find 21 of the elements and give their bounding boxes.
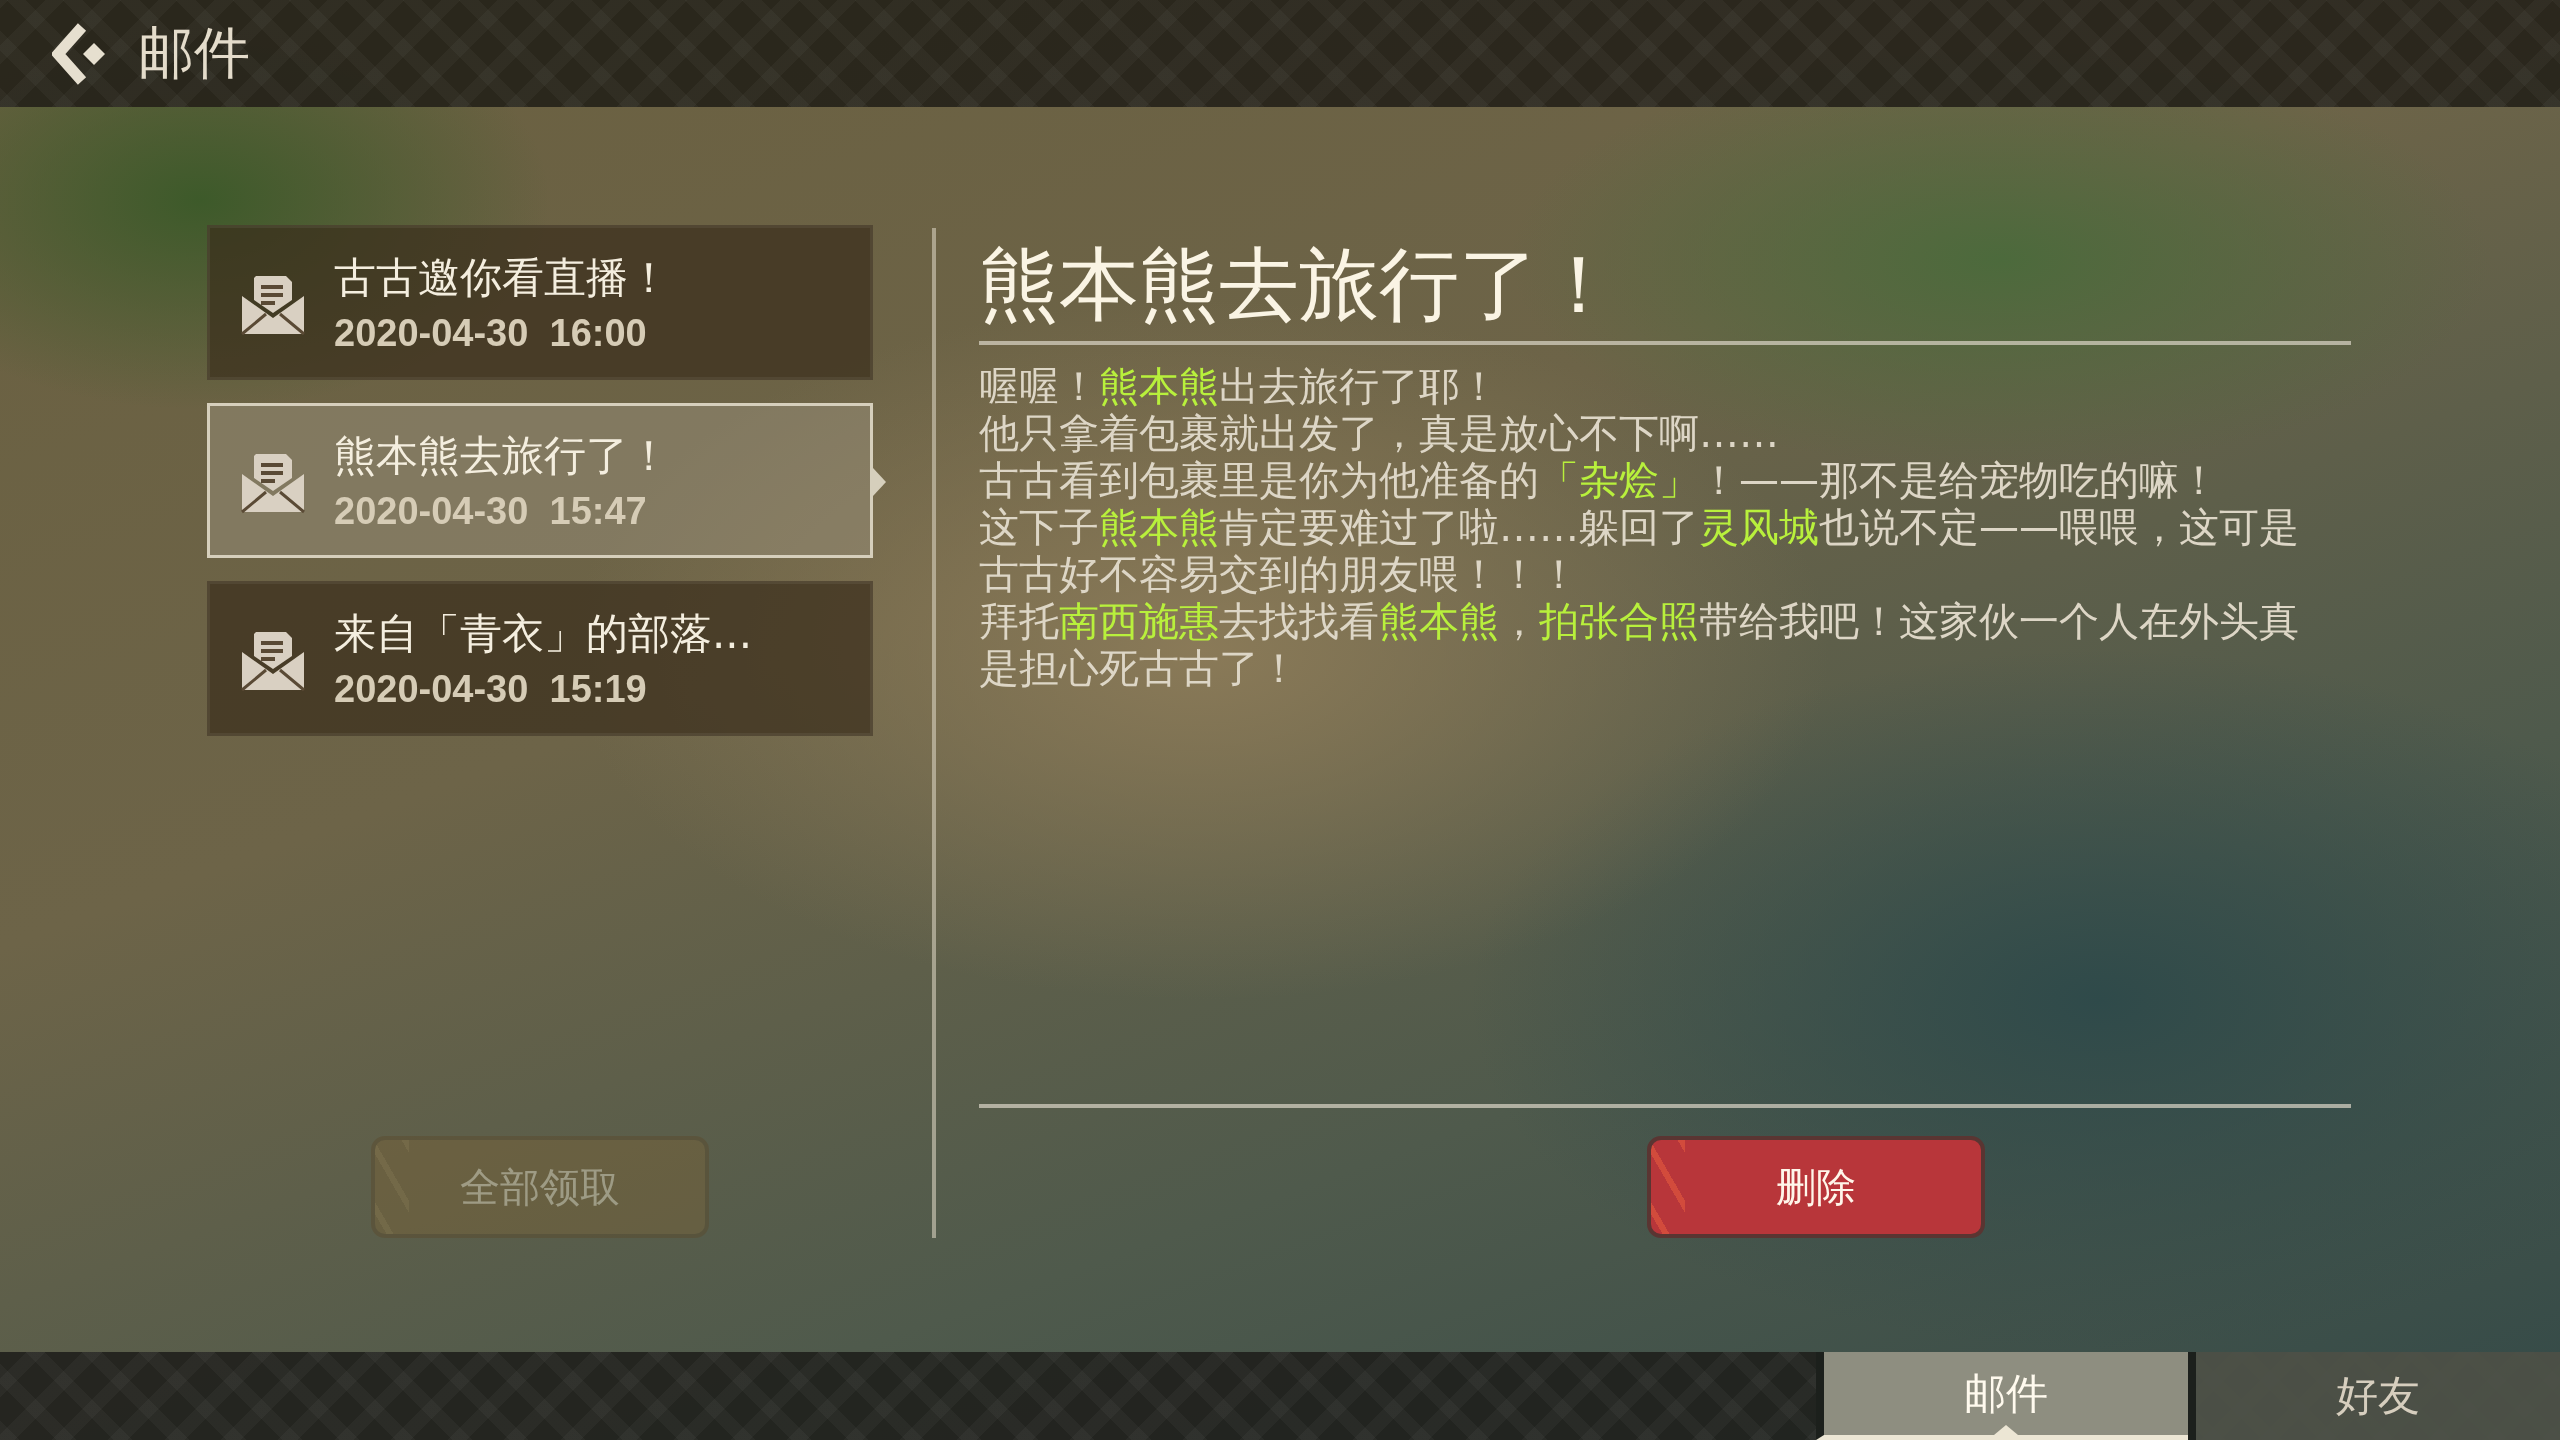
page-title: 邮件 <box>138 18 250 87</box>
mail-body-text: 古古看到包裹里是你为他准备的「杂烩」！——那不是给宠物吃的嘛！ <box>979 457 2220 504</box>
delete-button[interactable]: 删除 <box>1647 1136 1985 1238</box>
mail-date: 2020-04-30 16:00 <box>334 312 648 355</box>
pointer-icon <box>873 468 886 496</box>
tab[interactable]: 邮件 <box>1816 1352 2188 1440</box>
mail-body-text: 这下子熊本熊肯定要难过了啦……躲回了灵风城也说不定——喂喂，这可是古古好不容易交到的朋友喂！！！ <box>979 504 2299 598</box>
mail-date: 2020-04-30 15:47 <box>334 490 648 533</box>
tab[interactable]: 好友 <box>2188 1352 2560 1440</box>
mail-subject: 来自「青衣」的部落... <box>334 608 753 660</box>
mail-body-text: 他只拿着包裹就出发了，真是放心不下啊…… <box>979 410 1780 457</box>
mail-subject: 熊本熊去旅行了！ <box>334 430 670 482</box>
mail-item[interactable]: 来自「青衣」的部落... 2020-04-30 15:19 <box>207 581 873 736</box>
mail-subject: 古古邀你看直播！ <box>334 252 670 304</box>
indicator-icon <box>1994 1425 2018 1435</box>
back-icon[interactable] <box>52 22 108 85</box>
mail-item[interactable]: 古古邀你看直播！ 2020-04-30 16:00 <box>207 225 873 380</box>
mail-title: 熊本熊去旅行了！ <box>979 237 1620 333</box>
mail-date: 2020-04-30 15:19 <box>334 668 648 711</box>
mail-body-text: 拜托南西施惠去找找看熊本熊，拍张合照带给我吧！这家伙一个人在外头真是担心死古古了！ <box>979 598 2299 692</box>
mail-body-text: 喔喔！熊本熊出去旅行了耶！ <box>979 363 1500 410</box>
